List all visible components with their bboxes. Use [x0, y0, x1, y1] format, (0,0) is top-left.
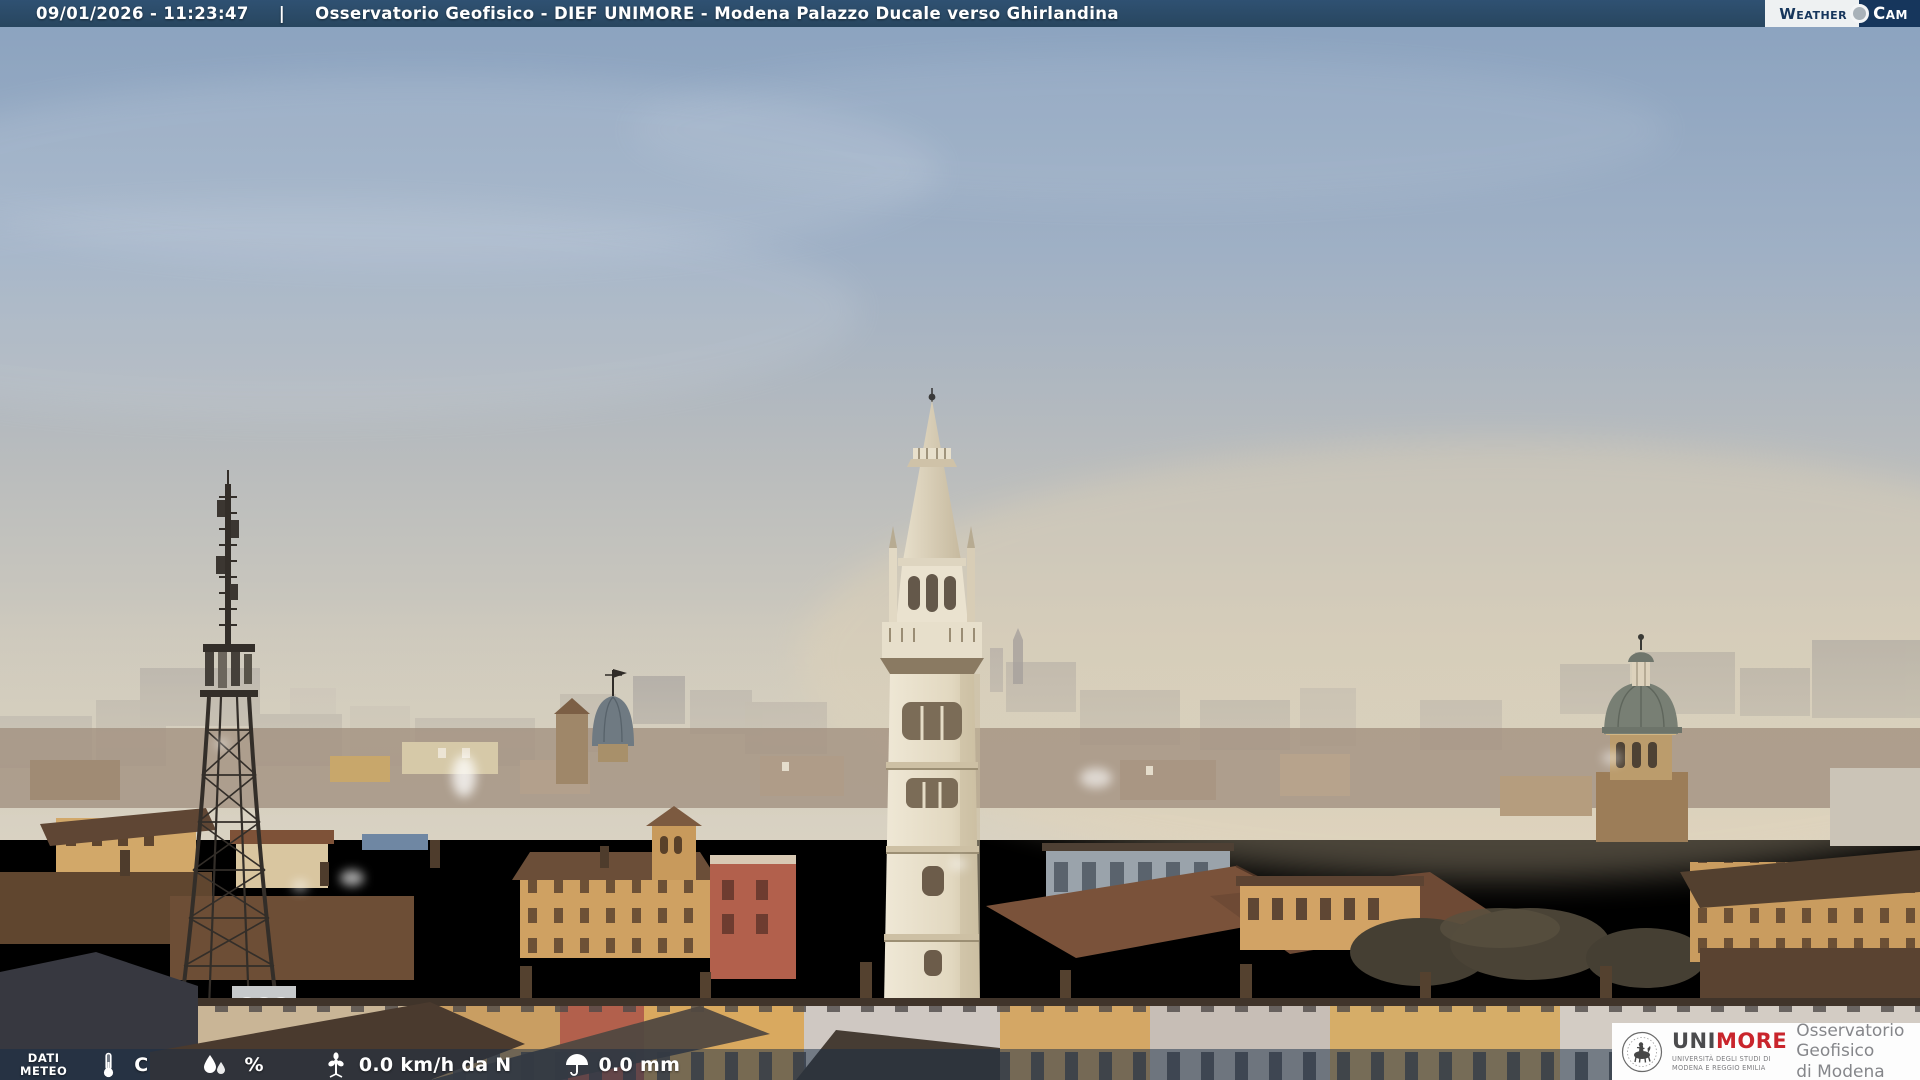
weathercam-logo-cam: Cam	[1873, 4, 1908, 23]
rain-value: 0.0 mm	[598, 1053, 681, 1076]
brand-more: MORE	[1715, 1029, 1788, 1054]
webcam-title: Osservatorio Geofisico - DIEF UNIMORE - …	[315, 4, 1119, 23]
weathercam-logo: Weather Cam	[1765, 0, 1920, 27]
separator: |	[278, 4, 286, 23]
observatory-name-line2: di Modena	[1796, 1061, 1885, 1080]
brand-subtitle-line2: MODENA E REGGIO EMILIA	[1672, 1063, 1766, 1072]
observatory-name: Osservatorio Geofisico di Modena	[1796, 1021, 1920, 1080]
brand-uni: UNI	[1672, 1029, 1716, 1054]
meteo-label: DATI METEO	[20, 1052, 67, 1077]
rain-icon	[564, 1052, 590, 1078]
humidity-icon	[201, 1053, 227, 1077]
meteo-label-line1: DATI	[27, 1050, 60, 1065]
wind-icon	[322, 1051, 350, 1078]
observatory-name-line1: Osservatorio Geofisico	[1796, 1021, 1905, 1062]
brand-subtitle-line1: UNIVERSITÀ DEGLI STUDI DI	[1672, 1055, 1771, 1064]
weathercam-logo-weather: Weather	[1765, 0, 1860, 27]
meteo-label-line2: METEO	[20, 1063, 68, 1078]
temperature-unit: C	[134, 1053, 149, 1076]
unimore-brand-box: UNIMORE UNIVERSITÀ DEGLI STUDI DI MODENA…	[1612, 1021, 1920, 1080]
humidity-unit: %	[244, 1053, 264, 1076]
weathercam-logo-cam-box: Cam	[1850, 0, 1920, 27]
webcam-frame: 09/01/2026 - 11:23:47 | Osservatorio Geo…	[0, 0, 1920, 1080]
unimore-seal-icon	[1621, 1031, 1663, 1072]
thermometer-icon	[101, 1052, 116, 1078]
city-panorama	[0, 0, 1920, 1080]
osd-top-bar: 09/01/2026 - 11:23:47 | Osservatorio Geo…	[0, 0, 1920, 27]
wind-value: 0.0 km/h da N	[358, 1053, 512, 1076]
timestamp: 09/01/2026 - 11:23:47	[36, 4, 249, 23]
weathercam-ball-icon	[1850, 4, 1870, 23]
distant-tower	[1013, 628, 1023, 684]
unimore-wordmark: UNIMORE UNIVERSITÀ DEGLI STUDI DI MODENA…	[1672, 1029, 1788, 1072]
